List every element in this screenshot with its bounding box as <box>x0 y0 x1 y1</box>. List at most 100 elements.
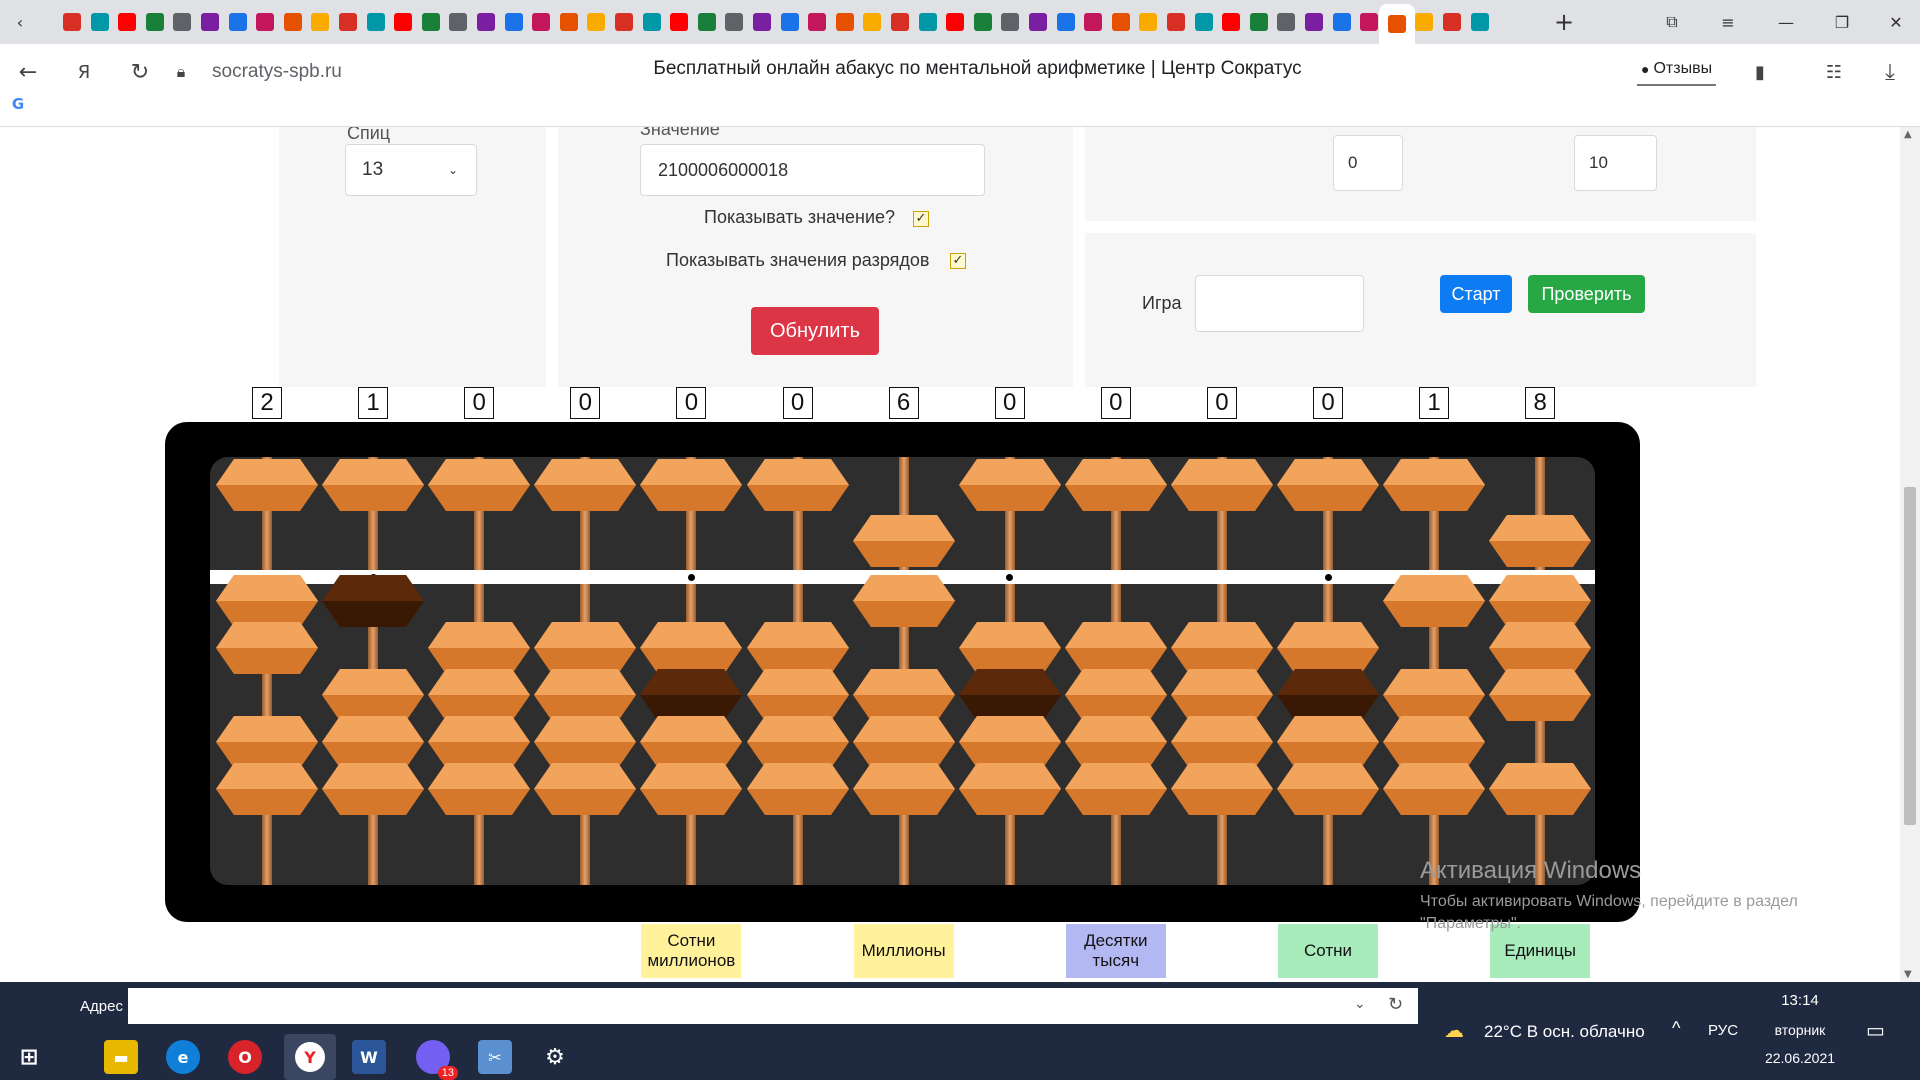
word-icon[interactable]: W <box>352 1040 386 1074</box>
tray-expand-icon[interactable]: ^ <box>1672 1018 1680 1039</box>
yandex-browser-taskbar-icon[interactable]: Y <box>284 1034 336 1080</box>
browser-tab[interactable] <box>145 12 165 32</box>
browser-tab[interactable] <box>1378 4 1415 44</box>
downloads-icon[interactable]: ⤓ <box>1872 54 1908 90</box>
bookmark-icon[interactable]: ▮ <box>1742 54 1778 90</box>
edge-icon[interactable]: e <box>166 1040 200 1074</box>
lower-bead[interactable] <box>1381 761 1487 817</box>
lower-bead[interactable] <box>426 761 532 817</box>
browser-tab[interactable] <box>1056 12 1076 32</box>
url-text[interactable]: socratys-spb.ru <box>212 58 342 86</box>
browser-tab[interactable] <box>697 12 717 32</box>
browser-tab[interactable] <box>1111 12 1131 32</box>
browser-tab[interactable] <box>1194 12 1214 32</box>
browser-tab[interactable] <box>283 12 303 32</box>
upper-bead[interactable] <box>1381 457 1487 513</box>
reset-button[interactable]: Обнулить <box>751 307 879 355</box>
tab-scroll-left-icon[interactable]: ‹ <box>0 0 40 44</box>
upper-bead[interactable] <box>1063 457 1169 513</box>
yandex-icon[interactable]: Я <box>66 54 102 90</box>
upper-bead[interactable] <box>214 457 320 513</box>
browser-tab[interactable] <box>1249 12 1269 32</box>
opera-icon[interactable]: O <box>228 1040 262 1074</box>
new-tab-button[interactable]: + <box>1544 0 1584 44</box>
game-input[interactable] <box>1195 275 1364 332</box>
lower-bead[interactable] <box>1169 761 1275 817</box>
collections-icon[interactable]: ⧉ <box>1648 0 1696 44</box>
browser-tab[interactable] <box>476 12 496 32</box>
lower-bead[interactable] <box>745 761 851 817</box>
browser-tab[interactable] <box>531 12 551 32</box>
browser-tab[interactable] <box>62 12 82 32</box>
lower-bead[interactable] <box>957 761 1063 817</box>
browser-tab[interactable] <box>228 12 248 32</box>
browser-tab[interactable] <box>945 12 965 32</box>
taskbar-address-input[interactable]: ⌄ ↻ <box>128 988 1418 1024</box>
lower-bead[interactable] <box>214 620 320 676</box>
browser-tab[interactable] <box>807 12 827 32</box>
lower-bead[interactable] <box>1487 667 1593 723</box>
browser-tab[interactable] <box>614 12 634 32</box>
browser-tab[interactable] <box>586 12 606 32</box>
browser-tab[interactable] <box>200 12 220 32</box>
restore-button[interactable]: ❐ <box>1818 0 1866 44</box>
start-button[interactable]: Старт <box>1440 275 1512 313</box>
browser-tab[interactable] <box>504 12 524 32</box>
weather-text[interactable]: 22°C В осн. облачно <box>1484 1022 1645 1042</box>
upper-bead[interactable] <box>1487 513 1593 569</box>
upper-bead[interactable] <box>426 457 532 513</box>
browser-tab[interactable] <box>448 12 468 32</box>
value-input[interactable]: 2100006000018 <box>640 144 985 196</box>
check-button[interactable]: Проверить <box>1528 275 1645 313</box>
viber-icon[interactable]: 13 <box>416 1040 458 1080</box>
show-value-checkbox[interactable]: ✓ <box>913 211 929 227</box>
lower-bead[interactable] <box>214 761 320 817</box>
minimize-button[interactable]: — <box>1762 0 1810 44</box>
browser-tab[interactable] <box>421 12 441 32</box>
browser-tab[interactable] <box>918 12 938 32</box>
browser-tab[interactable] <box>642 12 662 32</box>
file-explorer-icon[interactable]: ▬ <box>104 1040 138 1074</box>
browser-tab[interactable] <box>752 12 772 32</box>
lower-bead[interactable] <box>1063 761 1169 817</box>
browser-tab[interactable] <box>172 12 192 32</box>
upper-bead[interactable] <box>745 457 851 513</box>
browser-tab[interactable] <box>1470 12 1490 32</box>
browser-tab[interactable] <box>1414 12 1434 32</box>
upper-bead[interactable] <box>320 457 426 513</box>
browser-tab[interactable] <box>1276 12 1296 32</box>
lower-bead[interactable] <box>1487 761 1593 817</box>
lower-bead[interactable] <box>1381 573 1487 629</box>
lower-bead[interactable] <box>851 761 957 817</box>
browser-tab[interactable] <box>338 12 358 32</box>
page-scrollbar[interactable]: ▲ ▼ <box>1900 127 1920 982</box>
upper-bead[interactable] <box>957 457 1063 513</box>
google-icon[interactable]: G <box>8 94 28 114</box>
windows-start-icon[interactable]: ⊞ <box>12 1040 46 1074</box>
browser-tab[interactable] <box>117 12 137 32</box>
lower-bead[interactable] <box>851 573 957 629</box>
upper-bead[interactable] <box>1275 457 1381 513</box>
go-refresh-icon[interactable]: ↻ <box>1388 994 1403 1015</box>
upper-bead[interactable] <box>1169 457 1275 513</box>
clock-time[interactable]: 13:14 <box>1770 992 1830 1009</box>
collections-panel-icon[interactable]: ☷ <box>1816 54 1852 90</box>
settings-gear-icon[interactable]: ⚙ <box>538 1040 572 1074</box>
upper-bead[interactable] <box>638 457 744 513</box>
rods-select[interactable]: 13 ⌄ <box>345 144 477 196</box>
snipping-tool-icon[interactable]: ✂ <box>478 1040 512 1074</box>
browser-tab[interactable] <box>393 12 413 32</box>
browser-tab[interactable] <box>255 12 275 32</box>
reviews-button[interactable]: ● Отзывы <box>1637 54 1717 86</box>
browser-tab[interactable] <box>973 12 993 32</box>
browser-tab[interactable] <box>559 12 579 32</box>
lower-bead[interactable] <box>638 761 744 817</box>
browser-tab[interactable] <box>1221 12 1241 32</box>
reload-button[interactable]: ↻ <box>122 54 158 90</box>
lower-bead[interactable] <box>532 761 638 817</box>
browser-tab[interactable] <box>835 12 855 32</box>
range-to-input[interactable]: 10 <box>1574 135 1657 191</box>
language-indicator[interactable]: РУС <box>1708 1022 1738 1039</box>
browser-tab[interactable] <box>1442 12 1462 32</box>
menu-icon[interactable]: ≡ <box>1704 0 1752 44</box>
